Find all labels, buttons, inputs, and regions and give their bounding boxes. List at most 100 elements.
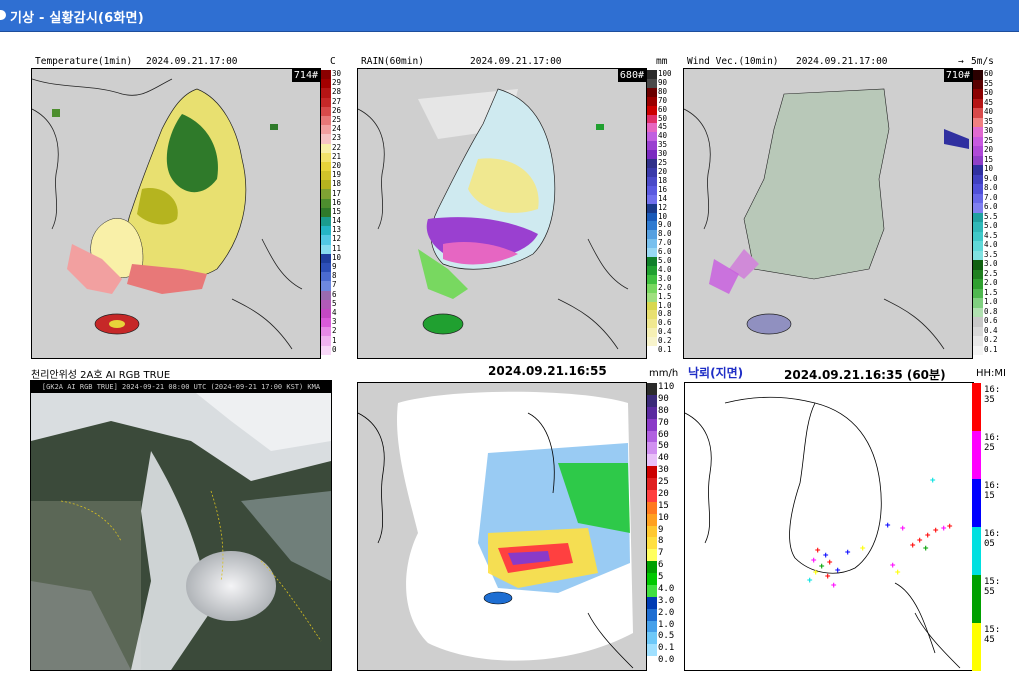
rain-legend-label: 1.5 <box>658 291 672 301</box>
temperature-unit: C <box>330 56 336 67</box>
rain-legend-swatch <box>647 167 657 177</box>
temperature-map[interactable]: 714# <box>31 68 321 359</box>
rain-legend-swatch <box>647 194 657 204</box>
temperature-legend-swatch <box>321 198 331 208</box>
rain-map-image <box>358 69 646 358</box>
temperature-legend <box>320 70 331 355</box>
rain-legend-swatch <box>647 292 657 302</box>
rain-legend-label: 1.0 <box>658 300 672 310</box>
temperature-title: Temperature(1min) <box>35 56 133 67</box>
temperature-legend-label: 30 <box>332 69 342 78</box>
radar-legend-label: 20 <box>658 488 669 499</box>
rain-legend-swatch <box>647 346 657 355</box>
temperature-legend-swatch <box>321 134 331 144</box>
rain-legend-label: 60 <box>658 104 668 114</box>
radar-map-image <box>358 383 646 670</box>
temperature-legend-swatch <box>321 281 331 291</box>
rain-legend-swatch <box>647 230 657 240</box>
radar-legend-label: 50 <box>658 441 669 452</box>
lightning-legend-label: 16: 25 <box>984 433 1001 453</box>
rain-legend-swatch <box>647 265 657 275</box>
wind-map[interactable]: 710# <box>683 68 973 359</box>
radar-legend-label: 25 <box>658 477 669 487</box>
radar-legend-swatch <box>647 442 657 455</box>
wind-legend-label: 0.6 <box>984 316 998 325</box>
rain-map[interactable]: 680# <box>357 68 647 359</box>
wind-legend-label: 8.0 <box>984 183 998 192</box>
lightning-legend-swatch <box>972 479 981 527</box>
lightning-map-image: + + + + + + + + + + + + + + + + + + + + <box>685 383 973 670</box>
svg-text:+: + <box>900 524 906 534</box>
radar-legend-swatch <box>647 656 657 668</box>
radar-legend-label: 110 <box>658 382 675 392</box>
rain-legend-label: 35 <box>658 140 668 150</box>
temperature-legend-label: 10 <box>332 252 342 262</box>
wind-legend-label: 35 <box>984 116 994 126</box>
temperature-legend-label: 17 <box>332 188 342 198</box>
wind-legend-label: 4.0 <box>984 240 998 249</box>
rain-title: RAIN(60min) <box>361 56 424 67</box>
radar-legend-swatch <box>647 608 657 621</box>
radar-legend-label: 0.5 <box>658 631 675 642</box>
lightning-legend-label: 16: 15 <box>984 481 1001 501</box>
radar-legend-label: 60 <box>658 429 669 440</box>
temperature-count-badge: 714# <box>291 69 320 82</box>
radar-legend-swatch <box>647 418 657 431</box>
rain-legend-label: 0.6 <box>658 318 672 328</box>
rain-legend-label: 70 <box>658 95 668 105</box>
wind-legend-swatch <box>973 288 983 298</box>
temperature-legend-swatch <box>321 318 331 328</box>
temperature-legend-label: 24 <box>332 124 342 134</box>
wind-legend-label: 50 <box>984 88 994 97</box>
wind-legend-swatch <box>973 155 983 165</box>
rain-legend-label: 10 <box>658 211 668 221</box>
rain-legend-label: 45 <box>658 122 668 132</box>
wind-legend-swatch <box>973 212 983 222</box>
lightning-map[interactable]: + + + + + + + + + + + + + + + + + + + + <box>684 382 974 671</box>
svg-text:+: + <box>815 546 821 556</box>
svg-text:+: + <box>923 544 929 554</box>
radar-legend-swatch <box>647 644 657 657</box>
temperature-legend-label: 9 <box>332 262 337 272</box>
temperature-legend-swatch <box>321 70 331 80</box>
rain-legend-swatch <box>647 123 657 133</box>
radar-legend-label: 40 <box>658 453 669 464</box>
rain-legend-swatch <box>647 319 657 329</box>
svg-text:+: + <box>947 522 953 532</box>
svg-text:+: + <box>930 476 936 486</box>
rain-legend-label: 90 <box>658 77 668 87</box>
rain-legend-label: 25 <box>658 158 668 168</box>
temperature-legend-label: 20 <box>332 160 342 170</box>
temperature-legend-swatch <box>321 217 331 227</box>
temperature-legend-swatch <box>321 88 331 98</box>
satellite-image[interactable]: [GK2A AI RGB TRUE] 2024-09-21 08:00 UTC … <box>30 380 332 671</box>
temperature-legend-label: 14 <box>332 216 342 226</box>
radar-legend <box>646 383 657 668</box>
wind-legend-swatch <box>973 250 983 260</box>
radar-legend-label: 8 <box>658 536 664 547</box>
wind-legend-swatch <box>973 336 983 346</box>
svg-text:+: + <box>831 581 837 591</box>
temperature-legend-label: 5 <box>332 298 337 308</box>
radar-legend-label: 30 <box>658 465 669 476</box>
radar-legend-label: 15 <box>658 500 669 511</box>
radar-legend-label: 2.0 <box>658 607 675 618</box>
temperature-legend-label: 15 <box>332 206 342 216</box>
radar-map[interactable] <box>357 382 647 671</box>
temperature-legend-swatch <box>321 97 331 107</box>
radar-legend-swatch <box>647 489 657 502</box>
rain-unit: mm <box>656 56 668 67</box>
rain-legend-swatch <box>647 248 657 258</box>
svg-text:+: + <box>811 556 817 566</box>
svg-text:+: + <box>895 568 901 578</box>
temperature-legend-swatch <box>321 207 331 217</box>
temperature-legend-swatch <box>321 115 331 126</box>
rain-legend-swatch <box>647 328 657 338</box>
rain-legend-swatch <box>647 114 657 124</box>
temperature-legend-label: 7 <box>332 280 337 290</box>
rain-legend-label: 40 <box>658 131 668 141</box>
rain-legend-label: 7.0 <box>658 238 672 248</box>
rain-legend-label: 80 <box>658 86 668 96</box>
radar-timestamp: 2024.09.21.16:55 <box>488 364 607 378</box>
temperature-legend-swatch <box>321 125 331 135</box>
